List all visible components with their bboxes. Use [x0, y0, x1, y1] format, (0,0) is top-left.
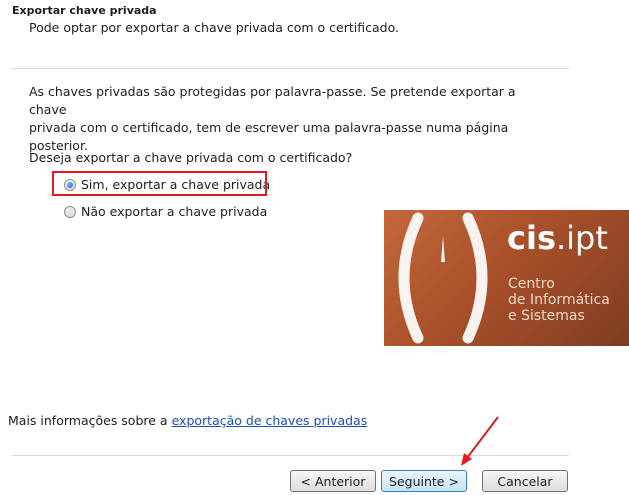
- logo-line-2: de Informática: [508, 292, 610, 308]
- export-question: Deseja exportar a chave privada com o ce…: [29, 150, 353, 165]
- cancel-button[interactable]: Cancelar: [482, 470, 568, 492]
- radio-unselected-icon[interactable]: [64, 205, 76, 218]
- logo-brand: cis.ipt: [507, 220, 608, 256]
- logo-subtitle: Centro de Informática e Sistemas: [508, 276, 610, 324]
- next-button[interactable]: Seguinte >: [381, 470, 467, 492]
- radio-export-no-label[interactable]: Não exportar a chave privada: [81, 204, 267, 219]
- logo-brand-bold: cis: [507, 219, 556, 257]
- explanation-line-1: As chaves privadas são protegidas por pa…: [29, 84, 516, 117]
- arrow-annotation-icon: [461, 416, 499, 466]
- logo-brand-rest: .ipt: [555, 219, 608, 257]
- more-info-prefix: Mais informações sobre a: [8, 413, 168, 428]
- back-button[interactable]: < Anterior: [290, 470, 376, 492]
- more-info-link[interactable]: exportação de chaves privadas: [172, 413, 368, 428]
- wizard-page-subtitle: Pode optar por exportar a chave privada …: [29, 20, 399, 35]
- logo-line-1: Centro: [508, 276, 555, 292]
- more-info-text: Mais informações sobre a exportação de c…: [8, 413, 367, 428]
- header-separator: [12, 68, 569, 69]
- highlight-box: [52, 171, 267, 196]
- wizard-page-title: Exportar chave privada: [12, 4, 157, 17]
- cis-ipt-logo: cis.ipt Centro de Informática e Sistemas: [384, 210, 629, 346]
- radio-export-no[interactable]: Não exportar a chave privada: [64, 204, 267, 219]
- logo-line-3: e Sistemas: [508, 308, 585, 324]
- explanation-text: As chaves privadas são protegidas por pa…: [29, 83, 554, 155]
